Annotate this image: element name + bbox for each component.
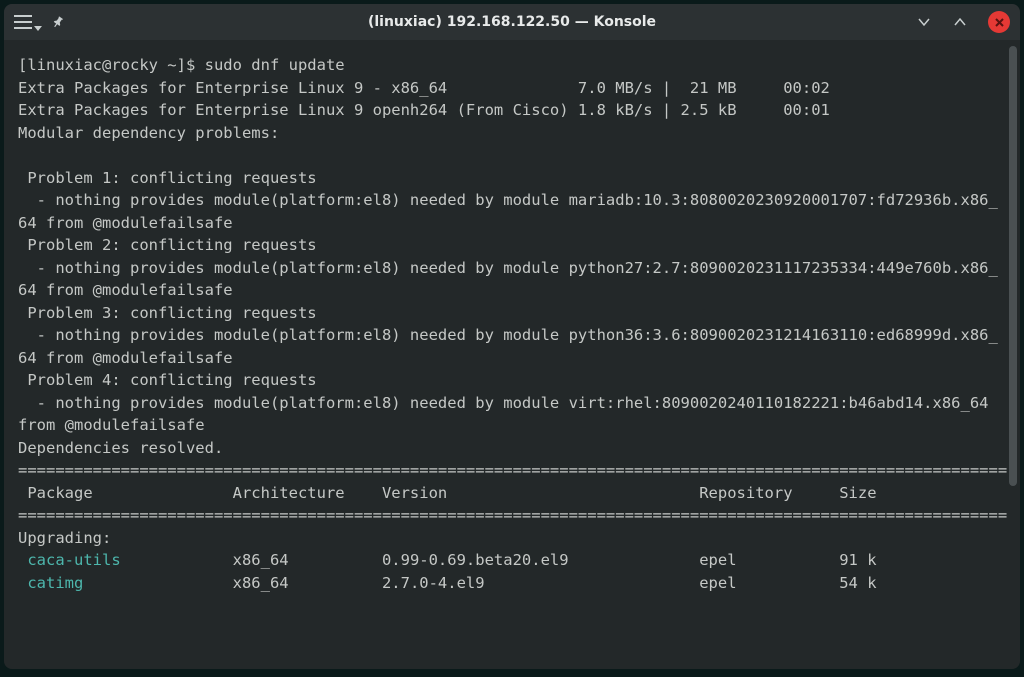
command-text: sudo dnf update — [205, 56, 345, 74]
package-name: catimg — [18, 574, 83, 592]
titlebar-left — [14, 14, 66, 30]
package-name: caca-utils — [18, 551, 121, 569]
konsole-window: (linuxiac) 192.168.122.50 — Konsole [lin… — [4, 4, 1020, 669]
titlebar-right — [916, 11, 1010, 33]
pin-icon[interactable] — [50, 14, 66, 30]
scrollbar[interactable] — [1009, 46, 1017, 669]
minimize-button[interactable] — [916, 14, 932, 30]
terminal-output: [linuxiac@rocky ~]$ sudo dnf update Extr… — [18, 54, 1010, 594]
maximize-button[interactable] — [952, 14, 968, 30]
terminal-area[interactable]: [linuxiac@rocky ~]$ sudo dnf update Extr… — [4, 40, 1020, 669]
titlebar: (linuxiac) 192.168.122.50 — Konsole — [4, 4, 1020, 40]
menu-icon[interactable] — [14, 15, 32, 29]
close-button[interactable] — [988, 11, 1010, 33]
scrollbar-thumb[interactable] — [1009, 46, 1017, 486]
shell-prompt: [linuxiac@rocky ~]$ — [18, 56, 205, 74]
window-title: (linuxiac) 192.168.122.50 — Konsole — [368, 14, 656, 30]
